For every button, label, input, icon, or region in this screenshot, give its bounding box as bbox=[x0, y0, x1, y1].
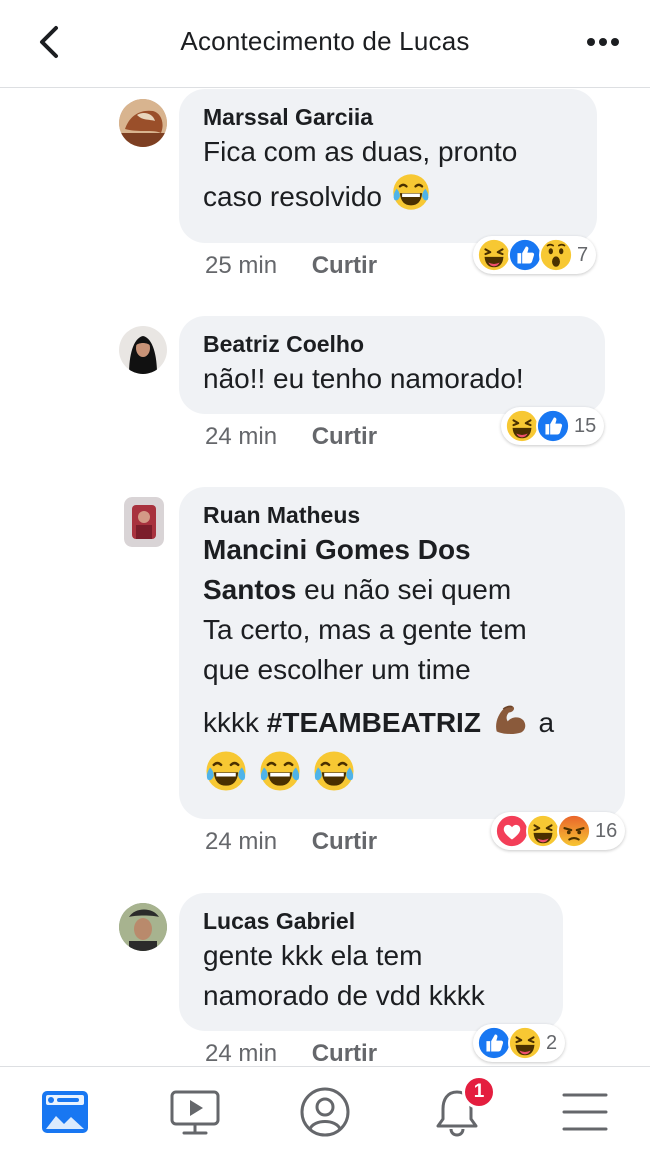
love-reaction-icon bbox=[495, 814, 529, 848]
comment-time[interactable]: 24 min bbox=[205, 828, 277, 856]
comment-text: Mancini Gomes Dos Santos eu não sei quem… bbox=[203, 530, 603, 798]
notification-badge: 1 bbox=[462, 1075, 496, 1109]
like-button[interactable]: Curtir bbox=[312, 252, 377, 280]
like-button[interactable]: Curtir bbox=[312, 1040, 377, 1068]
wow-reaction-icon bbox=[539, 238, 573, 272]
haha-reaction-icon bbox=[526, 814, 560, 848]
nav-watch[interactable] bbox=[166, 1083, 226, 1143]
comment-bubble[interactable]: Lucas Gabriel gente kkk ela tem namorado… bbox=[179, 893, 563, 1031]
more-options-button[interactable] bbox=[578, 22, 628, 62]
haha-reaction-icon bbox=[505, 409, 539, 443]
comment-time[interactable]: 24 min bbox=[205, 1040, 277, 1068]
comment-meta: 24 min Curtir bbox=[205, 828, 377, 856]
reaction-summary[interactable]: 7 bbox=[473, 236, 597, 274]
reaction-count: 2 bbox=[546, 1031, 558, 1054]
comment-bubble[interactable]: Marssal Garciia Fica com as duas, pronto… bbox=[179, 89, 597, 243]
comment-time[interactable]: 25 min bbox=[205, 252, 277, 280]
comment-text-line: a bbox=[530, 707, 555, 738]
haha-reaction-icon bbox=[477, 238, 511, 272]
angry-reaction-icon bbox=[557, 814, 591, 848]
reaction-summary[interactable]: 15 bbox=[501, 407, 605, 445]
reaction-summary[interactable]: 16 bbox=[491, 812, 626, 850]
hashtag-link[interactable]: #TEAMBEATRIZ bbox=[267, 707, 481, 738]
comment-time[interactable]: 24 min bbox=[205, 423, 277, 451]
comment-text-line: eu não sei quem bbox=[296, 574, 512, 605]
cry-laughing-emoji-icon bbox=[204, 749, 248, 793]
news-feed-icon bbox=[42, 1091, 88, 1133]
comment-meta: 25 min Curtir bbox=[205, 252, 377, 280]
like-reaction-icon bbox=[477, 1026, 511, 1060]
profile-icon bbox=[300, 1087, 350, 1137]
cry-laughing-emoji-icon bbox=[391, 172, 431, 212]
cry-laughing-emoji-icon bbox=[312, 749, 356, 793]
comment-author[interactable]: Beatriz Coelho bbox=[203, 329, 583, 359]
reaction-summary[interactable]: 2 bbox=[473, 1024, 566, 1062]
like-button[interactable]: Curtir bbox=[312, 423, 377, 451]
mention-link[interactable]: Santos bbox=[203, 574, 296, 605]
bottom-navigation: 1 bbox=[0, 1066, 650, 1156]
more-dots-icon bbox=[587, 38, 619, 46]
comment-text: gente kkk ela tem namorado de vdd kkkk bbox=[203, 936, 541, 1016]
flexed-biceps-emoji-icon bbox=[490, 698, 530, 738]
comment-author[interactable]: Lucas Gabriel bbox=[203, 906, 541, 936]
reaction-count: 7 bbox=[577, 243, 589, 266]
nav-news-feed[interactable] bbox=[36, 1083, 96, 1143]
comment-text-line: gente kkk ela tem bbox=[203, 940, 423, 971]
page-title: Acontecimento de Lucas bbox=[180, 26, 470, 56]
like-button[interactable]: Curtir bbox=[312, 828, 377, 856]
comment-text: não!! eu tenho namorado! bbox=[203, 363, 524, 394]
comment-author[interactable]: Ruan Matheus bbox=[203, 500, 603, 530]
avatar[interactable] bbox=[119, 326, 167, 374]
nav-profile[interactable] bbox=[296, 1083, 356, 1143]
comment-bubble[interactable]: Beatriz Coelho não!! eu tenho namorado! bbox=[179, 316, 605, 414]
comment-author[interactable]: Marssal Garciia bbox=[203, 102, 575, 132]
top-bar: Acontecimento de Lucas bbox=[0, 0, 650, 88]
comment-text-line: Fica com as duas, pronto bbox=[203, 136, 518, 167]
reaction-count: 15 bbox=[574, 414, 597, 437]
watch-video-icon bbox=[170, 1090, 220, 1135]
cry-laughing-emoji-icon bbox=[258, 749, 302, 793]
comment-text-line: namorado de vdd kkkk bbox=[203, 980, 485, 1011]
haha-reaction-icon bbox=[508, 1026, 542, 1060]
comment-bubble[interactable]: Ruan Matheus Mancini Gomes Dos Santos eu… bbox=[179, 487, 625, 819]
menu-icon bbox=[562, 1093, 608, 1131]
comment-text-line: que escolher um time bbox=[203, 654, 471, 685]
like-reaction-icon bbox=[536, 409, 570, 443]
comment-text: Fica com as duas, pronto caso resolvido bbox=[203, 132, 575, 217]
reaction-count: 16 bbox=[595, 819, 618, 842]
comment-meta: 24 min Curtir bbox=[205, 423, 377, 451]
comment-text-line: kkkk bbox=[203, 707, 267, 738]
avatar[interactable] bbox=[124, 497, 164, 547]
nav-menu[interactable] bbox=[556, 1083, 616, 1143]
like-reaction-icon bbox=[508, 238, 542, 272]
comment-meta: 24 min Curtir bbox=[205, 1040, 377, 1068]
mention-link[interactable]: Mancini Gomes Dos bbox=[203, 534, 471, 565]
comment-text-line: caso resolvido bbox=[203, 181, 382, 212]
comment-text-line: Ta certo, mas a gente tem bbox=[203, 614, 527, 645]
avatar[interactable] bbox=[119, 99, 167, 147]
avatar[interactable] bbox=[119, 903, 167, 951]
